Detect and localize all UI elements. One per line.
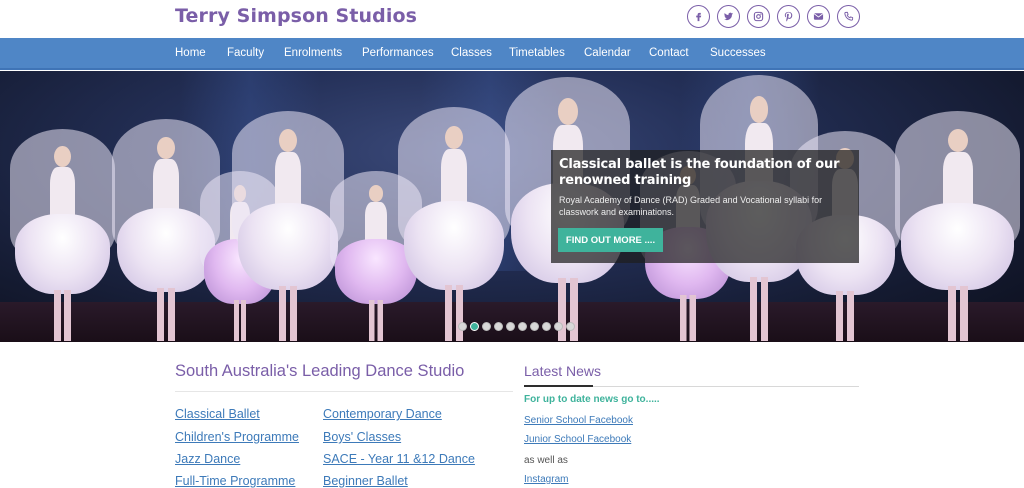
nav-performances[interactable]: Performances [362, 47, 434, 59]
caption-title: Classical ballet is the foundation of ou… [559, 157, 840, 188]
link-senior-facebook[interactable]: Senior School Facebook [524, 415, 633, 426]
slide-dot[interactable] [530, 322, 539, 331]
dancer-image [232, 111, 344, 341]
link-sace-dance[interactable]: SACE - Year 11 &12 Dance [323, 452, 475, 466]
find-out-more-button[interactable]: FIND OUT MORE .... [558, 228, 663, 252]
slide-dot-active[interactable] [470, 322, 479, 331]
email-button[interactable] [807, 5, 830, 28]
slide-dot[interactable] [518, 322, 527, 331]
link-instagram[interactable]: Instagram [524, 474, 568, 485]
pinterest-icon [784, 11, 793, 22]
news-divider-accent [524, 385, 593, 387]
nav-calendar[interactable]: Calendar [584, 47, 631, 59]
phone-button[interactable] [837, 5, 860, 28]
nav-faculty[interactable]: Faculty [227, 47, 264, 59]
news-text: as well as [524, 455, 568, 466]
phone-icon [844, 11, 854, 21]
facebook-button[interactable] [687, 5, 710, 28]
section-title: South Australia's Leading Dance Studio [175, 362, 465, 380]
nav-contact[interactable]: Contact [649, 47, 689, 59]
link-boys-classes[interactable]: Boys' Classes [323, 430, 401, 444]
dancer-image [10, 129, 115, 341]
nav-classes[interactable]: Classes [451, 47, 492, 59]
email-icon [813, 13, 824, 20]
dancer-image [398, 107, 510, 341]
instagram-icon [753, 11, 764, 22]
caption-text: Royal Academy of Dance (RAD) Graded and … [559, 195, 823, 217]
hero-slider[interactable]: Classical ballet is the foundation of ou… [0, 71, 1024, 342]
slide-dot[interactable] [566, 322, 575, 331]
slide-dot[interactable] [542, 322, 551, 331]
site-logo[interactable]: Terry Simpson Studios [175, 5, 417, 27]
twitter-button[interactable] [717, 5, 740, 28]
slide-dot[interactable] [506, 322, 515, 331]
nav-timetables[interactable]: Timetables [509, 47, 565, 59]
link-beginner-ballet[interactable]: Beginner Ballet [323, 474, 408, 488]
news-title: Latest News [524, 363, 602, 379]
slide-dot[interactable] [494, 322, 503, 331]
nav-enrolments[interactable]: Enrolments [284, 47, 342, 59]
slide-dot[interactable] [554, 322, 563, 331]
link-classical-ballet[interactable]: Classical Ballet [175, 407, 260, 421]
pinterest-button[interactable] [777, 5, 800, 28]
nav-home[interactable]: Home [175, 47, 206, 59]
news-lead: For up to date news go to..... [524, 394, 660, 405]
twitter-icon [723, 12, 734, 21]
dancer-image [895, 111, 1020, 341]
main-nav: Home Faculty Enrolments Performances Cla… [0, 38, 1024, 70]
link-contemporary-dance[interactable]: Contemporary Dance [323, 407, 442, 421]
instagram-button[interactable] [747, 5, 770, 28]
site-header: Terry Simpson Studios [0, 0, 1024, 38]
nav-successes[interactable]: Successes [710, 47, 766, 59]
slide-caption: Classical ballet is the foundation of ou… [551, 150, 859, 263]
link-childrens-programme[interactable]: Children's Programme [175, 430, 299, 444]
slide-dot[interactable] [482, 322, 491, 331]
link-jazz-dance[interactable]: Jazz Dance [175, 452, 240, 466]
link-junior-facebook[interactable]: Junior School Facebook [524, 434, 631, 445]
facebook-icon [696, 12, 702, 22]
slider-dots [458, 322, 575, 331]
slide-dot[interactable] [458, 322, 467, 331]
link-full-time-programme[interactable]: Full-Time Programme [175, 474, 295, 488]
section-divider [175, 391, 513, 392]
